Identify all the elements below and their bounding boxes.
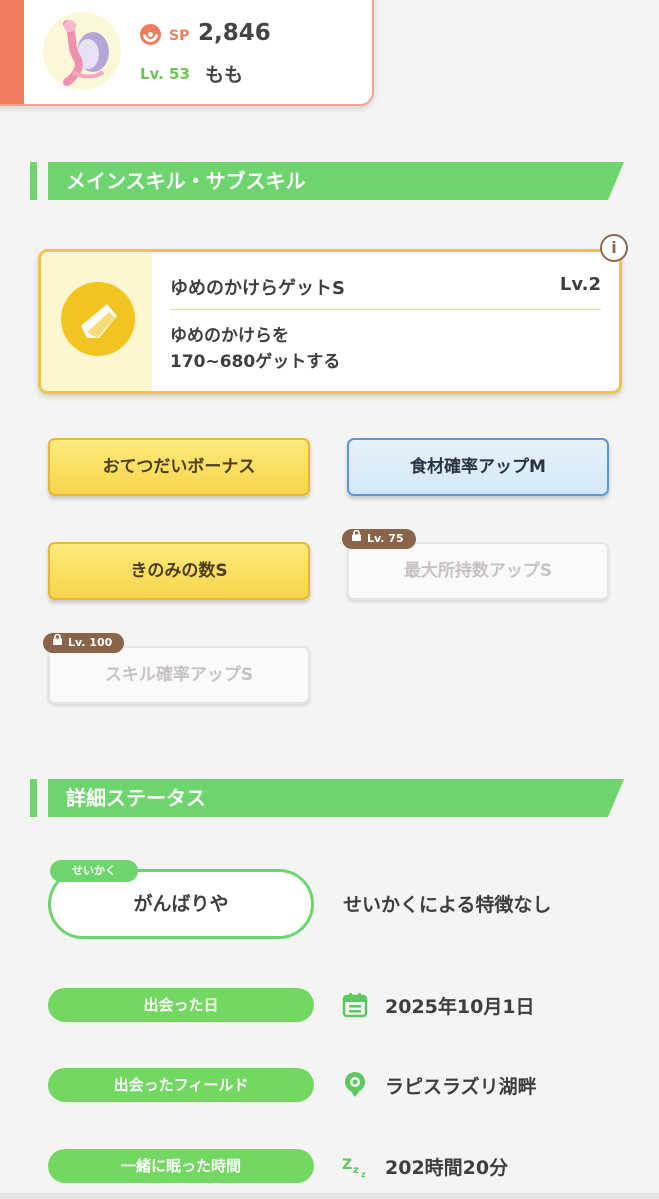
unlock-level-badge: Lv. 100 bbox=[43, 632, 125, 653]
main-skill-card[interactable]: ゆめのかけらゲットS Lv.2 ゆめのかけらを 170~680ゲットする bbox=[38, 249, 622, 394]
skill-icon-area bbox=[41, 252, 152, 391]
sub-skill-berry-finding-s[interactable]: きのみの数S bbox=[48, 542, 310, 600]
sp-label: SP bbox=[169, 28, 190, 44]
slept-time-label: 一緒に眠った時間 bbox=[48, 1149, 314, 1183]
unlock-level: Lv. 100 bbox=[68, 636, 113, 649]
met-date-value: 2025年10月1日 bbox=[385, 996, 535, 1018]
sleep-zzz-icon: Z z z bbox=[341, 1152, 369, 1180]
pokemon-name: もも bbox=[205, 64, 244, 86]
nature-tag: せいかく bbox=[50, 860, 138, 882]
section-header-skills: メインスキル・サブスキル bbox=[30, 162, 624, 200]
dream-shard-icon bbox=[61, 282, 135, 356]
pokeball-icon bbox=[140, 24, 161, 45]
met-field-label: 出会ったフィールド bbox=[48, 1068, 314, 1102]
calendar-icon bbox=[341, 991, 369, 1019]
sub-skill-skill-trigger-up-s[interactable]: スキル確率アップS bbox=[48, 646, 310, 704]
sp-value: 2,846 bbox=[198, 20, 271, 46]
lock-icon bbox=[53, 632, 62, 652]
description-line-1: ゆめのかけらを bbox=[170, 326, 289, 346]
met-date-label: 出会った日 bbox=[48, 988, 314, 1022]
nature-effect: せいかくによる特徴なし bbox=[343, 894, 552, 916]
main-skill-name: ゆめのかけらゲットS bbox=[170, 278, 345, 299]
slept-time-value: 202時間20分 bbox=[385, 1157, 509, 1179]
svg-text:z: z bbox=[361, 1170, 366, 1179]
location-pin-icon bbox=[341, 1070, 369, 1098]
lock-icon bbox=[352, 528, 361, 548]
card-accent-stripe bbox=[0, 0, 24, 104]
sub-skill-ingredient-finder-m[interactable]: 食材確率アップM bbox=[347, 438, 609, 496]
svg-text:z: z bbox=[353, 1165, 359, 1176]
section-title: 詳細ステータス bbox=[66, 786, 206, 810]
info-icon[interactable]: i bbox=[600, 234, 628, 262]
svg-text:Z: Z bbox=[342, 1157, 352, 1173]
pokemon-level: Lv. 53 bbox=[140, 65, 190, 83]
unlock-level-badge: Lv. 75 bbox=[342, 529, 416, 549]
bottom-edge bbox=[0, 1193, 659, 1199]
description-line-2: 170~680ゲットする bbox=[170, 352, 341, 372]
main-skill-description: ゆめのかけらを 170~680ゲットする bbox=[170, 323, 570, 375]
section-title: メインスキル・サブスキル bbox=[66, 169, 306, 193]
main-skill-level: Lv.2 bbox=[559, 274, 601, 295]
sub-skill-inventory-up-s[interactable]: 最大所持数アップS bbox=[347, 542, 609, 600]
sub-skill-helping-bonus[interactable]: おてつだいボーナス bbox=[48, 438, 310, 496]
met-field-value: ラピスラズリ湖畔 bbox=[385, 1076, 537, 1098]
divider bbox=[170, 309, 601, 310]
pokemon-avatar bbox=[43, 12, 121, 90]
section-header-status: 詳細ステータス bbox=[30, 779, 624, 817]
unlock-level: Lv. 75 bbox=[367, 532, 404, 545]
